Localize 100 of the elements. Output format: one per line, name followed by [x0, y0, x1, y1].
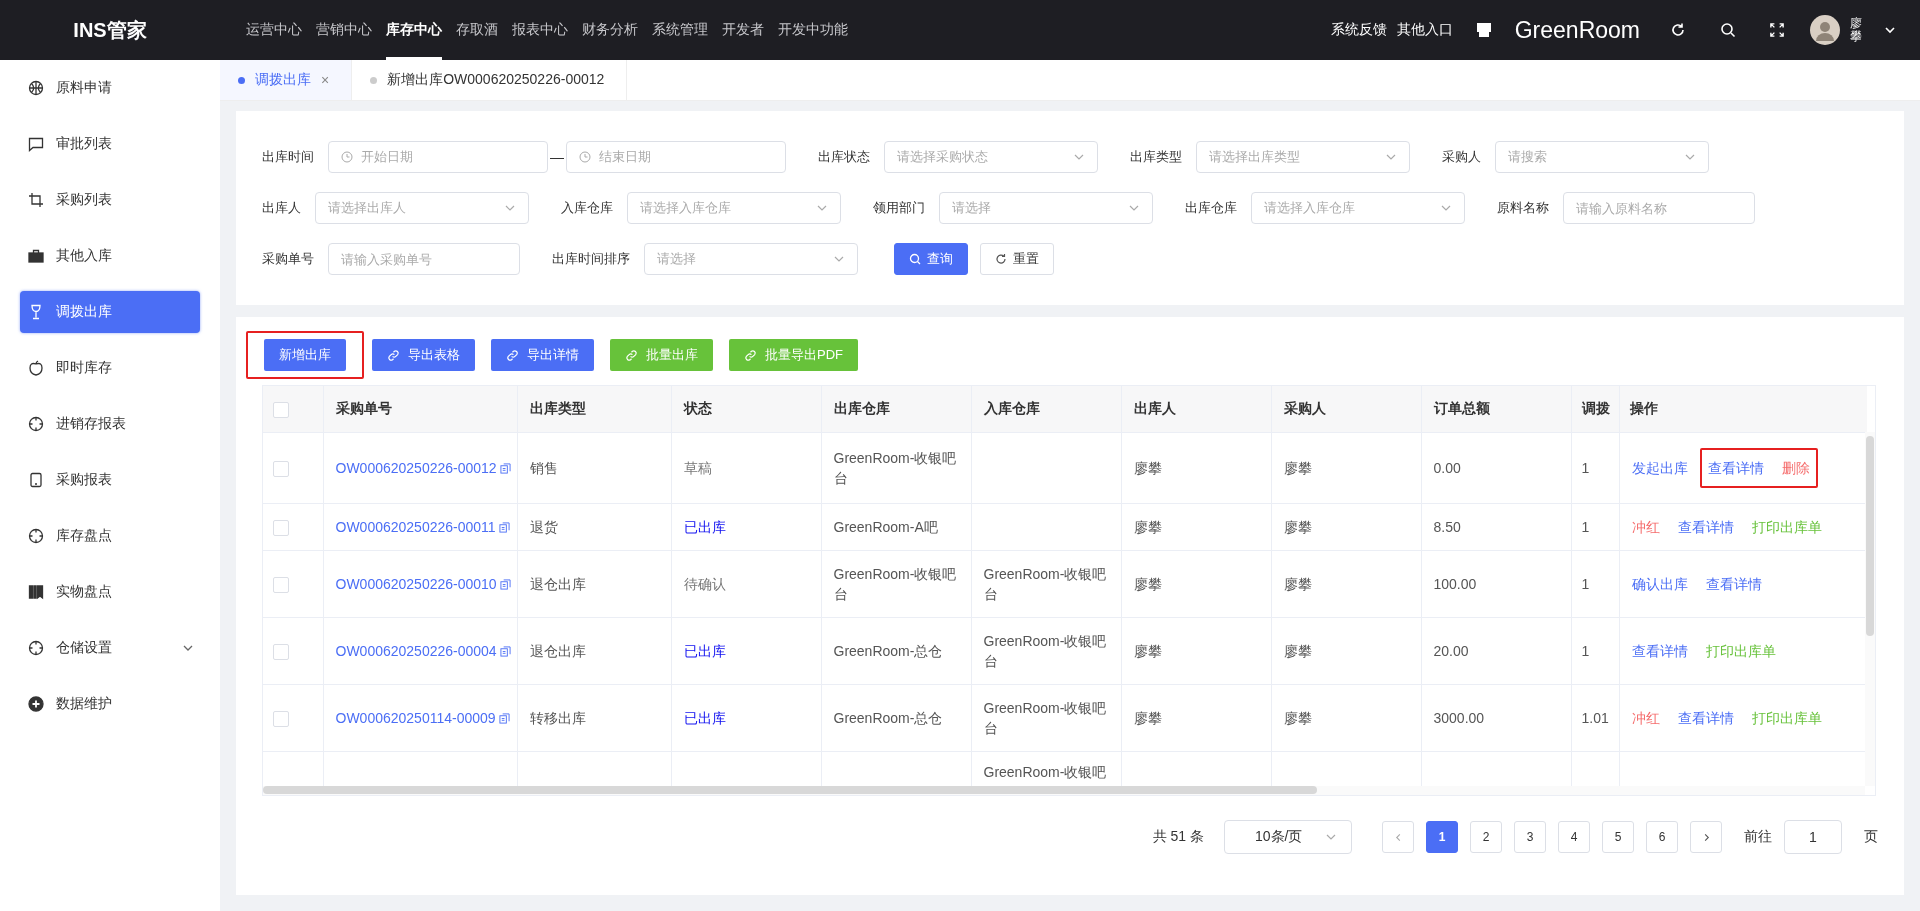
sidebar-item[interactable]: 即时库存	[20, 347, 200, 389]
header-link[interactable]: 系统反馈	[1330, 21, 1387, 39]
copy-icon[interactable]	[498, 521, 510, 533]
menu-icon	[28, 248, 44, 264]
nav-tab[interactable]: 存取酒	[456, 0, 498, 60]
order-link[interactable]: OW000620250114-00009	[335, 708, 496, 728]
date-field[interactable]: 开始日期	[328, 141, 548, 173]
row-checkbox[interactable]	[273, 520, 289, 537]
filter-label: 出库时间	[262, 148, 314, 166]
page-button[interactable]: 2	[1470, 821, 1502, 853]
user-name[interactable]: 廖攀	[1850, 16, 1862, 44]
action-link[interactable]: 打印出库单	[1705, 641, 1776, 661]
sidebar-item[interactable]: 审批列表	[20, 123, 200, 165]
caret-icon[interactable]	[1884, 24, 1896, 36]
nav-tab[interactable]: 开发者	[722, 0, 764, 60]
select-field[interactable]: 请选择采购状态	[884, 141, 1098, 173]
action-link[interactable]: 冲红	[1631, 517, 1660, 537]
select-all-checkbox[interactable]	[273, 401, 289, 418]
nav-tab[interactable]: 系统管理	[652, 0, 708, 60]
action-link[interactable]: 打印出库单	[1751, 517, 1822, 537]
row-checkbox[interactable]	[273, 577, 289, 594]
page-size-select[interactable]: 10条/页	[1224, 820, 1352, 854]
row-checkbox[interactable]	[273, 461, 289, 478]
page-input[interactable]: 1	[1784, 820, 1842, 854]
close-icon[interactable]: ×	[321, 72, 330, 88]
reset-button[interactable]: 重置	[980, 243, 1054, 275]
select-field[interactable]: 请选择入库仓库	[1251, 192, 1465, 224]
page-button[interactable]: 3	[1514, 821, 1546, 853]
sidebar-item[interactable]: 进销存报表	[20, 403, 200, 445]
copy-icon[interactable]	[499, 578, 511, 590]
sidebar-item[interactable]: 实物盘点	[20, 571, 200, 613]
copy-icon[interactable]	[499, 462, 511, 474]
search-icon[interactable]	[1720, 22, 1736, 38]
input-field[interactable]: 请输入原料名称	[1563, 192, 1755, 224]
order-link[interactable]: OW000620250226-00010	[335, 574, 497, 594]
sidebar-item[interactable]: 仓储设置	[20, 627, 200, 669]
nav-tab[interactable]: 运营中心	[246, 0, 302, 60]
sidebar-item[interactable]: 采购列表	[20, 179, 200, 221]
input-field[interactable]: 请输入采购单号	[328, 243, 520, 275]
select-field[interactable]: 请选择入库仓库	[627, 192, 841, 224]
action-link[interactable]: 查看详情	[1677, 708, 1734, 728]
sidebar-item[interactable]: 采购报表	[20, 459, 200, 501]
order-link[interactable]: OW000620250226-00004	[335, 641, 497, 661]
header-link[interactable]: 其他入口	[1396, 21, 1453, 39]
action-link[interactable]: 冲红	[1631, 708, 1660, 728]
select-field[interactable]: 请搜索	[1495, 141, 1709, 173]
action-link[interactable]: 查看详情	[1631, 641, 1688, 661]
nav-tab[interactable]: 报表中心	[512, 0, 568, 60]
sidebar-item[interactable]: 数据维护	[20, 683, 200, 725]
date-field[interactable]: 结束日期	[566, 141, 786, 173]
toolbar-button[interactable]: 导出详情	[491, 339, 594, 371]
sidebar-item[interactable]: 其他入库	[20, 235, 200, 277]
table-cell: GreenRoom-总仓	[833, 643, 943, 659]
order-link[interactable]: OW000620250226-00011	[335, 517, 496, 537]
select-field[interactable]: 请选择	[939, 192, 1153, 224]
avatar[interactable]	[1810, 15, 1840, 45]
page-button[interactable]: 6	[1646, 821, 1678, 853]
page-button[interactable]: 4	[1558, 821, 1590, 853]
table-cell: 1	[1581, 576, 1590, 592]
page-button[interactable]: 5	[1602, 821, 1634, 853]
row-checkbox[interactable]	[273, 644, 289, 661]
table-cell: GreenRoom-收银吧台	[983, 566, 1107, 602]
select-field[interactable]: 请选择出库人	[315, 192, 529, 224]
table-cell: 廖攀	[1133, 710, 1162, 726]
search-icon	[909, 253, 921, 265]
action-link[interactable]: 查看详情	[1705, 574, 1762, 594]
table-cell: 1.01	[1581, 710, 1609, 726]
nav-tab[interactable]: 开发中功能	[778, 0, 848, 60]
action-link[interactable]: 查看详情	[1707, 458, 1764, 478]
action-link[interactable]: 查看详情	[1677, 517, 1734, 537]
search-button[interactable]: 查询	[894, 243, 968, 275]
nav-tab[interactable]: 营销中心	[316, 0, 372, 60]
refresh-icon[interactable]	[1670, 22, 1686, 38]
action-link[interactable]: 打印出库单	[1751, 708, 1822, 728]
sidebar-item[interactable]: 库存盘点	[20, 515, 200, 557]
toolbar-button[interactable]: 新增出库	[264, 339, 346, 371]
scrollbar[interactable]	[1866, 436, 1874, 636]
copy-icon[interactable]	[499, 645, 511, 657]
table-cell: 1	[1581, 643, 1590, 659]
sidebar-item[interactable]: 原料申请	[20, 67, 200, 109]
action-link[interactable]: 确认出库	[1631, 574, 1688, 594]
row-checkbox[interactable]	[273, 711, 289, 728]
action-link[interactable]: 发起出库	[1631, 458, 1688, 478]
order-link[interactable]: OW000620250226-00012	[335, 458, 497, 478]
fullscreen-icon[interactable]	[1770, 23, 1784, 37]
table-cell: 8.50	[1433, 519, 1461, 535]
page-tab[interactable]: 新增出库OW000620250226-00012	[352, 60, 628, 100]
column-header: 订单总额	[1433, 400, 1490, 416]
toolbar-button[interactable]: 导出表格	[372, 339, 475, 371]
page-button[interactable]: 1	[1426, 821, 1458, 853]
copy-icon[interactable]	[498, 712, 510, 724]
select-field[interactable]: 请选择	[644, 243, 858, 275]
scrollbar[interactable]	[263, 786, 1317, 794]
select-field[interactable]: 请选择出库类型	[1196, 141, 1410, 173]
filter-label: 出库时间排序	[552, 250, 630, 268]
menu-icon	[28, 640, 44, 656]
action-link[interactable]: 删除	[1781, 458, 1810, 478]
sidebar-item[interactable]: 调拨出库	[20, 291, 200, 333]
nav-tab[interactable]: 财务分析	[582, 0, 638, 60]
page-tab[interactable]: 调拨出库 ×	[220, 60, 353, 100]
